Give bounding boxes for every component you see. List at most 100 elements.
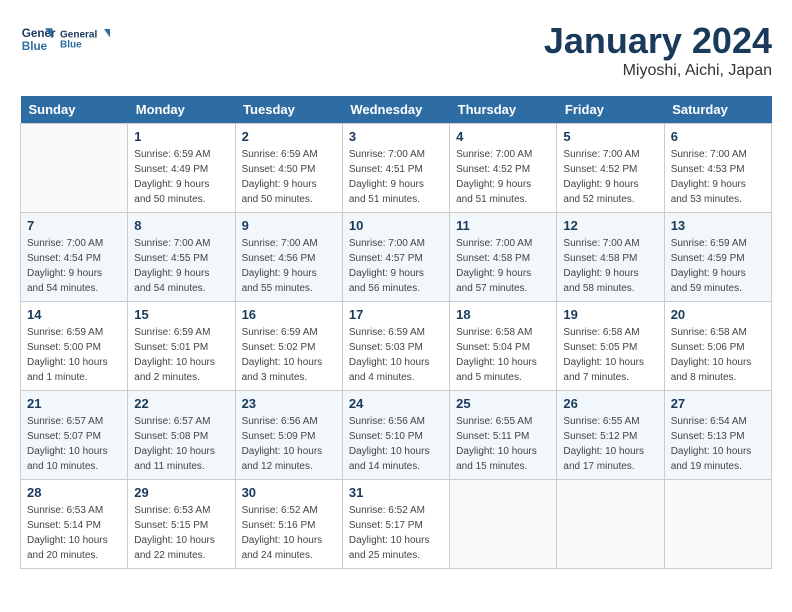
day-number: 6 xyxy=(671,129,765,144)
calendar-cell: 18Sunrise: 6:58 AMSunset: 5:04 PMDayligh… xyxy=(450,302,557,391)
day-info: Sunrise: 7:00 AMSunset: 4:52 PMDaylight:… xyxy=(456,147,550,207)
calendar-cell: 3 Sunrise: 7:00 AMSunset: 4:51 PMDaylight… xyxy=(342,124,449,213)
day-info: Sunrise: 7:00 AMSunset: 4:58 PMDaylight:… xyxy=(456,236,550,296)
day-number: 7 xyxy=(27,218,121,233)
day-info: Sunrise: 7:00 AMSunset: 4:57 PMDaylight:… xyxy=(349,236,443,296)
day-info: Sunrise: 7:00 AMSunset: 4:54 PMDaylight:… xyxy=(27,236,121,296)
day-info: Sunrise: 6:53 AMSunset: 5:14 PMDaylight:… xyxy=(27,503,121,563)
day-info: Sunrise: 6:59 AMSunset: 4:49 PMDaylight:… xyxy=(134,147,228,207)
week-row-3: 14 Sunrise: 6:59 AMSunset: 5:00 PMDayligh… xyxy=(21,302,772,391)
calendar-cell: 23 Sunrise: 6:56 AMSunset: 5:09 PMDayligh… xyxy=(235,391,342,480)
day-number: 25 xyxy=(456,396,550,411)
calendar-cell: 7 Sunrise: 7:00 AMSunset: 4:54 PMDaylight… xyxy=(21,213,128,302)
day-number: 26 xyxy=(563,396,657,411)
page-header: General Blue General Blue January 2024 M… xyxy=(20,20,772,80)
calendar-cell: 8 Sunrise: 7:00 AMSunset: 4:55 PMDaylight… xyxy=(128,213,235,302)
day-info: Sunrise: 6:56 AMSunset: 5:10 PMDaylight:… xyxy=(349,414,443,474)
calendar-cell: 29 Sunrise: 6:53 AMSunset: 5:15 PMDayligh… xyxy=(128,480,235,569)
calendar-cell: 31 Sunrise: 6:52 AMSunset: 5:17 PMDayligh… xyxy=(342,480,449,569)
day-number: 21 xyxy=(27,396,121,411)
day-info: Sunrise: 6:57 AMSunset: 5:08 PMDaylight:… xyxy=(134,414,228,474)
day-number: 17 xyxy=(349,307,443,322)
day-number: 11 xyxy=(456,218,550,233)
day-number: 9 xyxy=(242,218,336,233)
day-info: Sunrise: 7:00 AMSunset: 4:52 PMDaylight:… xyxy=(563,147,657,207)
day-number: 30 xyxy=(242,485,336,500)
day-info: Sunrise: 6:59 AMSunset: 5:02 PMDaylight:… xyxy=(242,325,336,385)
day-info: Sunrise: 6:59 AMSunset: 4:59 PMDaylight:… xyxy=(671,236,765,296)
day-number: 8 xyxy=(134,218,228,233)
calendar-cell: 28 Sunrise: 6:53 AMSunset: 5:14 PMDayligh… xyxy=(21,480,128,569)
day-number: 5 xyxy=(563,129,657,144)
calendar-cell xyxy=(21,124,128,213)
calendar-table: SundayMondayTuesdayWednesdayThursdayFrid… xyxy=(20,96,772,569)
day-info: Sunrise: 6:55 AMSunset: 5:12 PMDaylight:… xyxy=(563,414,657,474)
weekday-header-tuesday: Tuesday xyxy=(235,96,342,124)
day-number: 28 xyxy=(27,485,121,500)
calendar-cell: 17Sunrise: 6:59 AMSunset: 5:03 PMDayligh… xyxy=(342,302,449,391)
day-number: 20 xyxy=(671,307,765,322)
day-number: 12 xyxy=(563,218,657,233)
calendar-cell: 30 Sunrise: 6:52 AMSunset: 5:16 PMDayligh… xyxy=(235,480,342,569)
location: Miyoshi, Aichi, Japan xyxy=(544,62,772,80)
calendar-cell: 5 Sunrise: 7:00 AMSunset: 4:52 PMDaylight… xyxy=(557,124,664,213)
day-number: 31 xyxy=(349,485,443,500)
calendar-cell: 25 Sunrise: 6:55 AMSunset: 5:11 PMDayligh… xyxy=(450,391,557,480)
weekday-header-sunday: Sunday xyxy=(21,96,128,124)
day-info: Sunrise: 6:56 AMSunset: 5:09 PMDaylight:… xyxy=(242,414,336,474)
calendar-cell: 27Sunrise: 6:54 AMSunset: 5:13 PMDayligh… xyxy=(664,391,771,480)
day-info: Sunrise: 7:00 AMSunset: 4:58 PMDaylight:… xyxy=(563,236,657,296)
day-number: 13 xyxy=(671,218,765,233)
day-info: Sunrise: 6:59 AMSunset: 5:01 PMDaylight:… xyxy=(134,325,228,385)
weekday-header-thursday: Thursday xyxy=(450,96,557,124)
day-number: 4 xyxy=(456,129,550,144)
week-row-4: 21Sunrise: 6:57 AMSunset: 5:07 PMDayligh… xyxy=(21,391,772,480)
calendar-cell: 6 Sunrise: 7:00 AMSunset: 4:53 PMDaylight… xyxy=(664,124,771,213)
calendar-cell: 22Sunrise: 6:57 AMSunset: 5:08 PMDayligh… xyxy=(128,391,235,480)
day-info: Sunrise: 6:53 AMSunset: 5:15 PMDaylight:… xyxy=(134,503,228,563)
day-info: Sunrise: 7:00 AMSunset: 4:51 PMDaylight:… xyxy=(349,147,443,207)
calendar-cell: 26 Sunrise: 6:55 AMSunset: 5:12 PMDayligh… xyxy=(557,391,664,480)
calendar-cell: 15 Sunrise: 6:59 AMSunset: 5:01 PMDayligh… xyxy=(128,302,235,391)
calendar-cell xyxy=(664,480,771,569)
calendar-cell: 19Sunrise: 6:58 AMSunset: 5:05 PMDayligh… xyxy=(557,302,664,391)
svg-text:Blue: Blue xyxy=(22,40,48,53)
calendar-cell: 21Sunrise: 6:57 AMSunset: 5:07 PMDayligh… xyxy=(21,391,128,480)
day-info: Sunrise: 7:00 AMSunset: 4:55 PMDaylight:… xyxy=(134,236,228,296)
logo-icon: General Blue xyxy=(20,21,56,57)
day-number: 24 xyxy=(349,396,443,411)
day-info: Sunrise: 6:58 AMSunset: 5:05 PMDaylight:… xyxy=(563,325,657,385)
calendar-cell: 16 Sunrise: 6:59 AMSunset: 5:02 PMDayligh… xyxy=(235,302,342,391)
day-number: 14 xyxy=(27,307,121,322)
day-info: Sunrise: 7:00 AMSunset: 4:53 PMDaylight:… xyxy=(671,147,765,207)
day-number: 29 xyxy=(134,485,228,500)
day-info: Sunrise: 6:55 AMSunset: 5:11 PMDaylight:… xyxy=(456,414,550,474)
calendar-cell: 13 Sunrise: 6:59 AMSunset: 4:59 PMDayligh… xyxy=(664,213,771,302)
weekday-header-friday: Friday xyxy=(557,96,664,124)
calendar-cell: 20 Sunrise: 6:58 AMSunset: 5:06 PMDayligh… xyxy=(664,302,771,391)
logo: General Blue General Blue xyxy=(20,20,110,58)
day-number: 15 xyxy=(134,307,228,322)
day-number: 18 xyxy=(456,307,550,322)
calendar-cell: 9 Sunrise: 7:00 AMSunset: 4:56 PMDaylight… xyxy=(235,213,342,302)
day-info: Sunrise: 6:52 AMSunset: 5:16 PMDaylight:… xyxy=(242,503,336,563)
week-row-2: 7 Sunrise: 7:00 AMSunset: 4:54 PMDaylight… xyxy=(21,213,772,302)
day-info: Sunrise: 6:58 AMSunset: 5:06 PMDaylight:… xyxy=(671,325,765,385)
day-number: 27 xyxy=(671,396,765,411)
day-number: 23 xyxy=(242,396,336,411)
title-block: January 2024 Miyoshi, Aichi, Japan xyxy=(544,20,772,80)
day-number: 16 xyxy=(242,307,336,322)
day-number: 2 xyxy=(242,129,336,144)
calendar-cell xyxy=(450,480,557,569)
weekday-header-wednesday: Wednesday xyxy=(342,96,449,124)
calendar-cell: 24 Sunrise: 6:56 AMSunset: 5:10 PMDayligh… xyxy=(342,391,449,480)
day-number: 3 xyxy=(349,129,443,144)
week-row-1: 1 Sunrise: 6:59 AMSunset: 4:49 PMDaylight… xyxy=(21,124,772,213)
day-info: Sunrise: 6:52 AMSunset: 5:17 PMDaylight:… xyxy=(349,503,443,563)
day-info: Sunrise: 7:00 AMSunset: 4:56 PMDaylight:… xyxy=(242,236,336,296)
calendar-cell: 2 Sunrise: 6:59 AMSunset: 4:50 PMDaylight… xyxy=(235,124,342,213)
weekday-header-monday: Monday xyxy=(128,96,235,124)
day-number: 1 xyxy=(134,129,228,144)
day-info: Sunrise: 6:59 AMSunset: 4:50 PMDaylight:… xyxy=(242,147,336,207)
day-info: Sunrise: 6:59 AMSunset: 5:00 PMDaylight:… xyxy=(27,325,121,385)
